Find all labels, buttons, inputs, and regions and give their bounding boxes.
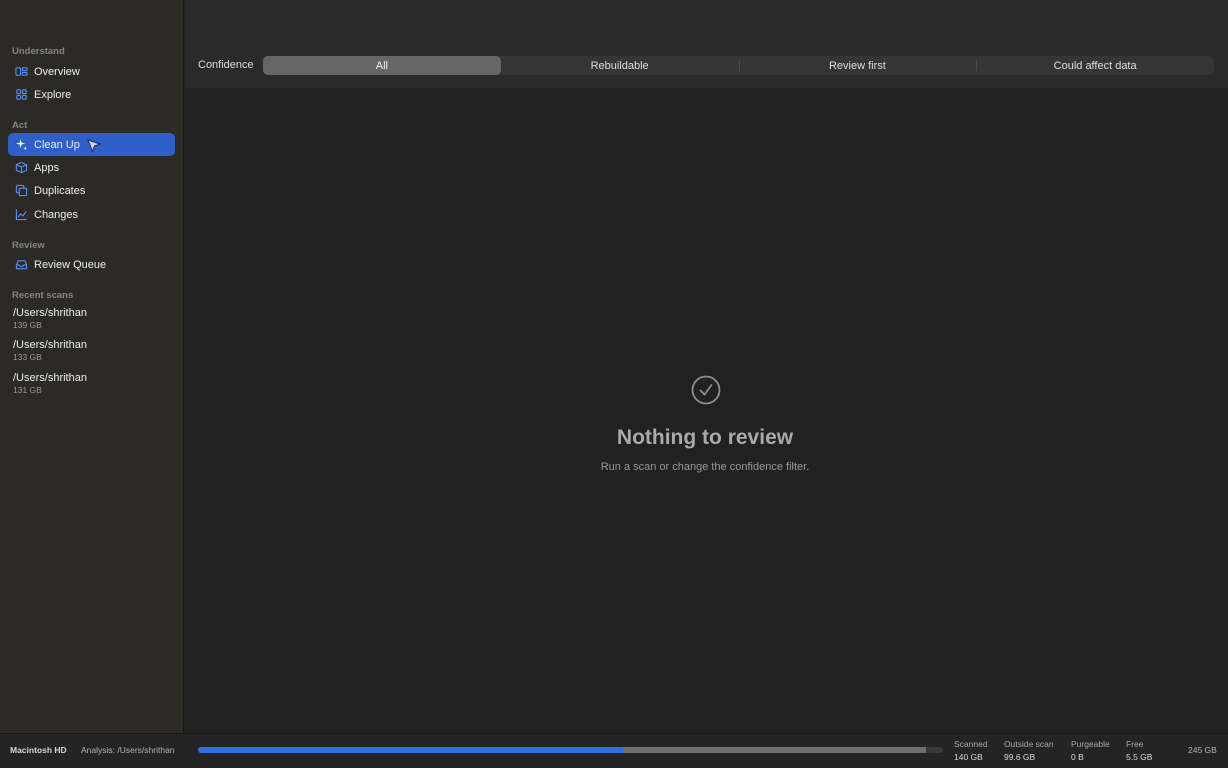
recent-scan-item[interactable]: /Users/shrithan 139 GB — [13, 307, 87, 330]
sidebar-item-review-queue[interactable]: Review Queue — [8, 253, 175, 276]
recent-scan-path: /Users/shrithan — [13, 372, 87, 384]
sidebar-item-explore[interactable]: Explore — [8, 83, 175, 106]
scanned-usage-segment — [198, 747, 624, 753]
recent-scan-path: /Users/shrithan — [13, 339, 87, 351]
section-label-review: Review — [12, 240, 45, 251]
sidebar-item-changes[interactable]: Changes — [8, 203, 175, 226]
section-label-recent-scans: Recent scans — [12, 290, 74, 301]
checkmark-circle-icon — [691, 375, 721, 405]
section-label-act: Act — [12, 120, 28, 131]
grid-icon — [15, 88, 28, 101]
confidence-filter: All Rebuildable Review first Could affec… — [263, 56, 1214, 75]
sidebar-item-label: Overview — [34, 65, 80, 78]
confidence-label: Confidence — [198, 59, 254, 71]
recent-scan-path: /Users/shrithan — [13, 307, 87, 319]
sidebar-item-label: Clean Up — [34, 138, 80, 151]
stat-free: Free 5.5 GB — [1126, 739, 1152, 762]
sidebar-item-overview[interactable]: Overview — [8, 60, 175, 83]
recent-scan-size: 131 GB — [13, 385, 42, 395]
stat-label: Free — [1126, 739, 1144, 749]
sidebar-item-duplicates[interactable]: Duplicates — [8, 179, 175, 202]
empty-state-subtitle: Run a scan or change the confidence filt… — [600, 461, 810, 473]
section-label-understand: Understand — [12, 46, 65, 57]
overview-icon — [15, 65, 28, 78]
stat-value: 5.5 GB — [1126, 752, 1153, 762]
disk-total: 245 GB — [1188, 745, 1217, 755]
analysis-path: Analysis: /Users/shrithan — [81, 745, 175, 755]
stat-label: Purgeable — [1071, 739, 1110, 749]
stat-scanned: Scanned 140 GB — [954, 739, 988, 762]
filter-option-rebuildable[interactable]: Rebuildable — [501, 56, 739, 75]
tray-icon — [15, 258, 28, 271]
sidebar-item-label: Changes — [34, 208, 79, 221]
cube-icon — [15, 161, 28, 174]
sidebar-item-label: Apps — [34, 161, 60, 174]
stat-label: Scanned — [954, 739, 988, 749]
sidebar-item-label: Explore — [34, 88, 72, 101]
filter-option-could-affect-data[interactable]: Could affect data — [976, 56, 1214, 75]
recent-scan-size: 139 GB — [13, 320, 42, 330]
empty-state-title: Nothing to review — [616, 426, 794, 449]
filter-option-review-first[interactable]: Review first — [738, 56, 977, 75]
disk-name: Macintosh HD — [10, 745, 67, 755]
stat-purgeable: Purgeable 0 B — [1071, 739, 1110, 762]
stat-label: Outside scan — [1004, 739, 1054, 749]
sidebar-item-label: Duplicates — [34, 184, 86, 197]
recent-scan-item[interactable]: /Users/shrithan 131 GB — [13, 372, 87, 395]
sidebar-item-apps[interactable]: Apps — [8, 156, 175, 179]
disk-usage-bar — [198, 747, 943, 753]
recent-scan-size: 133 GB — [13, 352, 42, 362]
recent-scan-item[interactable]: /Users/shrithan 133 GB — [13, 339, 87, 362]
outside-scan-segment — [623, 747, 926, 753]
stat-value: 140 GB — [954, 752, 983, 762]
stat-value: 0 B — [1071, 752, 1084, 762]
chart-line-icon — [15, 208, 28, 221]
stat-outside-scan: Outside scan 99.6 GB — [1004, 739, 1054, 762]
filter-option-all[interactable]: All — [263, 56, 501, 75]
duplicate-icon — [15, 184, 28, 197]
pointer-cursor-icon — [87, 139, 102, 153]
stat-value: 99.6 GB — [1004, 752, 1036, 762]
sidebar-item-label: Review Queue — [34, 258, 107, 271]
sidebar: Understand Overview Explore Act Clean Up… — [0, 0, 184, 733]
sparkle-icon — [15, 138, 28, 151]
